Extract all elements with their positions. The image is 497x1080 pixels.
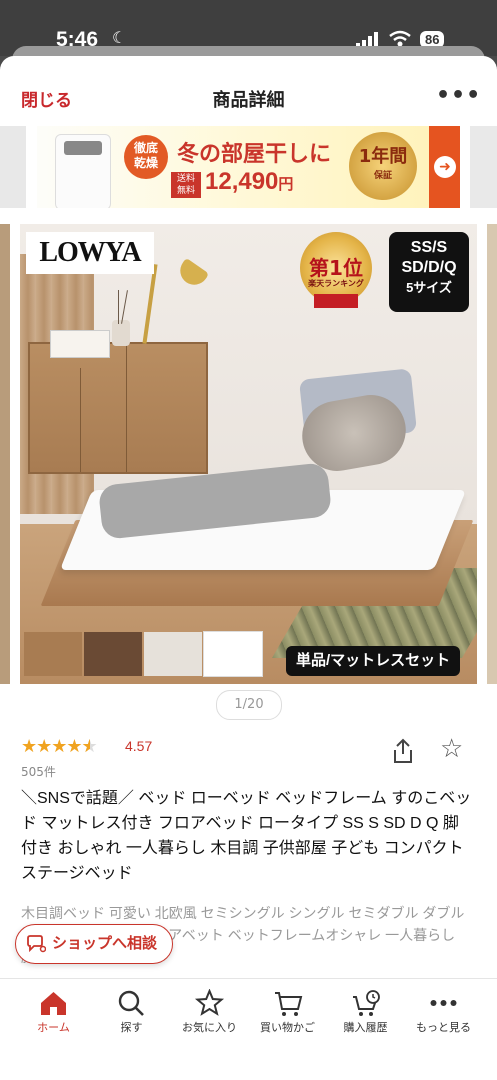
tab-search[interactable]: 探す — [90, 979, 173, 1039]
tab-label: お気に入り — [182, 1022, 237, 1034]
contact-shop-button[interactable]: ショップへ相談 — [15, 924, 173, 964]
warranty-medal: 1年間 保証 — [349, 132, 417, 200]
promo-headline: 冬の部屋干しに — [177, 141, 332, 166]
tab-label: 買い物かご — [260, 1022, 315, 1034]
favorite-star-icon[interactable]: ☆ — [440, 736, 463, 762]
more-icon — [430, 1000, 457, 1006]
tab-more[interactable]: もっと見る — [402, 979, 485, 1039]
warranty-medal-main: 1年間 — [358, 146, 408, 167]
gallery-peek-left[interactable] — [0, 224, 10, 684]
promo-price-unit: 円 — [278, 176, 294, 193]
chat-icon — [27, 935, 46, 953]
color-swatch — [24, 632, 82, 676]
sizes-badge: SS/S SD/D/Q 5サイズ — [389, 232, 469, 312]
history-cart-icon — [353, 990, 380, 1016]
rating-stars: ★★★★★ ★ — [21, 736, 98, 757]
page-title: 商品詳細 — [212, 90, 285, 110]
tab-bar: ホーム 探す お気に入り 買い物かご 購入履歴 もっと見る — [0, 978, 497, 1080]
set-label: 単品/マットレスセット — [286, 646, 461, 676]
tab-label: ホーム — [37, 1022, 70, 1034]
rating-value: 4.57 — [125, 738, 153, 754]
ranking-badge: 第1位 楽天ランキング — [300, 232, 372, 308]
home-icon — [41, 992, 66, 1015]
promo-price-value: 12,490 — [205, 168, 279, 195]
free-shipping-badge: 送料 無料 — [171, 172, 201, 198]
ranking-badge-sub: 楽天ランキング — [308, 279, 364, 288]
banner-peek-left[interactable] — [0, 126, 26, 208]
tab-label: 購入履歴 — [343, 1022, 388, 1034]
tab-cart[interactable]: 買い物かご — [246, 979, 329, 1039]
banner-peek-right[interactable] — [470, 126, 497, 208]
color-swatch — [84, 632, 142, 676]
photo-stick — [118, 290, 119, 324]
sizes-line2: SD/D/Q — [401, 259, 457, 276]
search-icon — [118, 990, 144, 1016]
review-count[interactable]: 505件 — [21, 763, 56, 780]
product-image-gallery[interactable]: LOWYA 第1位 楽天ランキング SS/S SD/D/Q 5サイズ 単品/マッ… — [0, 224, 497, 684]
image-pager: 1/20 — [216, 690, 282, 720]
tab-favorites[interactable]: お気に入り — [168, 979, 251, 1039]
promo-price: 12,490円 — [205, 168, 293, 196]
photo-vase — [112, 320, 130, 346]
moon-icon: ☾ — [112, 28, 127, 47]
promo-badge: 徹底 乾燥 — [124, 135, 168, 179]
color-swatches — [24, 631, 264, 677]
tab-label: もっと見る — [416, 1022, 471, 1034]
promo-banner-carousel[interactable]: 徹底 乾燥 冬の部屋干しに 送料 無料 12,490円 1年間 保証 ➜ — [0, 126, 497, 208]
photo-dresser — [28, 342, 208, 474]
star-icon — [194, 989, 225, 1016]
tab-purchase-history[interactable]: 購入履歴 — [324, 979, 407, 1039]
cart-icon — [275, 992, 303, 1016]
more-menu-button[interactable]: ••• — [436, 83, 481, 108]
product-photo[interactable]: LOWYA 第1位 楽天ランキング SS/S SD/D/Q 5サイズ 単品/マッ… — [20, 224, 477, 684]
photo-books — [50, 330, 110, 358]
promo-banner[interactable]: 徹底 乾燥 冬の部屋干しに 送料 無料 12,490円 1年間 保証 ➜ — [37, 126, 460, 208]
color-swatch — [203, 631, 263, 677]
nav-bar: 閉じる 商品詳細 ••• — [0, 56, 497, 120]
arrow-right-icon: ➜ — [434, 156, 456, 178]
gallery-peek-right[interactable] — [487, 224, 497, 684]
dehumidifier-image — [55, 134, 111, 208]
product-title: ＼SNSで話題／ ベッド ローベッド ベッドフレーム すのこベッド マットレス付… — [21, 790, 472, 882]
ranking-badge-main: 第1位 — [309, 256, 363, 280]
tab-label: 探す — [120, 1022, 143, 1034]
warranty-medal-sub: 保証 — [373, 171, 392, 181]
tab-home[interactable]: ホーム — [12, 979, 95, 1039]
color-swatch — [144, 632, 202, 676]
brand-logo: LOWYA — [26, 232, 154, 274]
banner-arrow-button[interactable]: ➜ — [429, 126, 460, 208]
share-icon[interactable] — [392, 738, 414, 764]
product-sheet: 閉じる 商品詳細 ••• 徹底 乾燥 冬の部屋干しに 送料 無料 12,490円… — [0, 56, 497, 1080]
sizes-line1: SS/S — [410, 239, 448, 256]
sizes-line3: 5サイズ — [406, 280, 452, 295]
contact-shop-label: ショップへ相談 — [52, 935, 158, 952]
